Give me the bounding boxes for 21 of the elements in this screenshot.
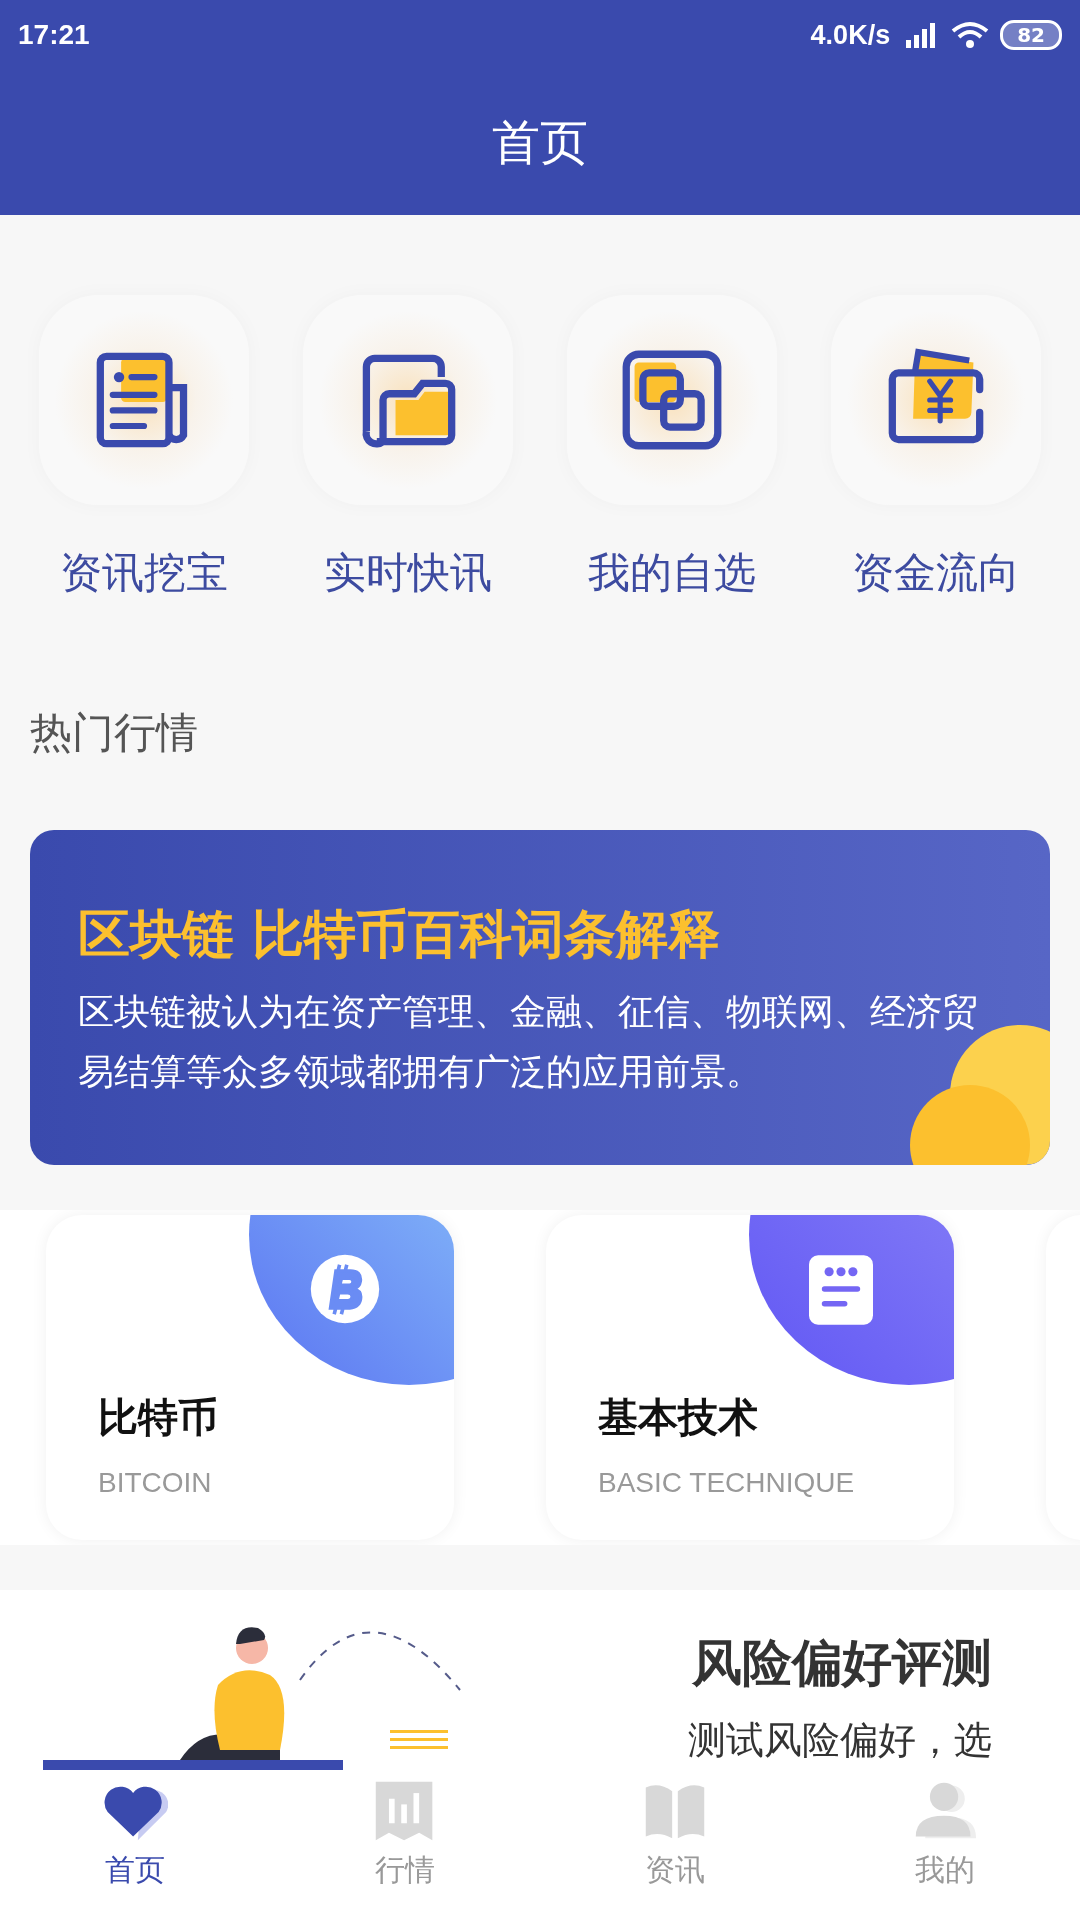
card-subtitle: BASIC TECHNIQUE (598, 1467, 856, 1499)
category-card[interactable]: 基本技术 BASIC TECHNIQUE (546, 1215, 954, 1540)
banner-card[interactable]: 区块链 比特币百科词条解释 区块链被认为在资产管理、金融、征信、物联网、经济贸易结算等众多领域都拥有广泛的应用前景。 (30, 830, 1050, 1165)
card-title: 比特币 (98, 1393, 219, 1442)
category-card[interactable]: 比特币 BITCOIN (46, 1215, 454, 1540)
banner-description: 区块链被认为在资产管理、金融、征信、物联网、经济贸易结算等众多领域都拥有广泛的应用前景。 (78, 990, 978, 1094)
battery-level: 82 (1000, 20, 1062, 50)
document-icon (809, 1255, 873, 1325)
promo-title: 风险偏好评测 (691, 1633, 992, 1694)
banner-title: 区块链 比特币百科词条解释 (78, 903, 722, 966)
status-time: 17:21 (18, 19, 90, 51)
promo-description: 测试风险偏好，选 (688, 1717, 992, 1764)
card-subtitle: BITCOIN (98, 1467, 213, 1499)
page-title: 首页 (492, 112, 588, 172)
network-speed: 4.0K/s (810, 19, 891, 51)
section-heading: 热门行情 (29, 707, 199, 759)
wifi-icon (950, 20, 991, 50)
bitcoin-icon (309, 1253, 381, 1325)
tab-item[interactable]: 首页 (35, 1770, 235, 1920)
linked-squares-icon (620, 348, 724, 452)
card-title: 基本技术 (598, 1393, 759, 1442)
